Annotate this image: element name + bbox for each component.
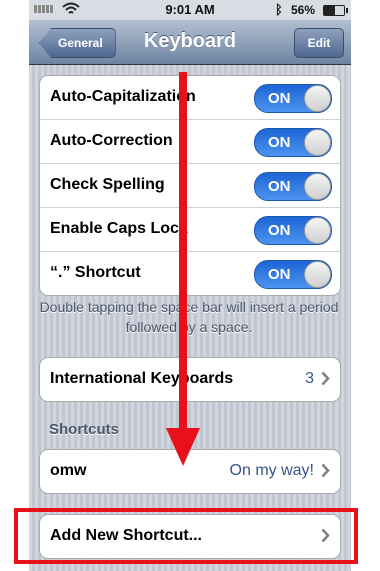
- row-label: International Keyboards: [50, 370, 234, 387]
- toggle-label: Auto-Correction: [50, 132, 173, 149]
- toggle-label: Check Spelling: [50, 176, 165, 193]
- period-shortcut-note: Double tapping the space bar will insert…: [39, 299, 339, 335]
- switch-knob: [304, 217, 331, 244]
- phone-screen: 9:01 AM ᛒ 56% General Keyboard Edit Auto…: [29, 0, 351, 571]
- toggle-row-caps-lock: Enable Caps Lock ON: [40, 208, 340, 252]
- battery-percent: 56%: [291, 3, 316, 17]
- international-keyboards-row[interactable]: International Keyboards 3: [40, 358, 340, 401]
- switch-knob: [304, 261, 331, 288]
- shortcuts-group: omw On my way!: [39, 449, 341, 494]
- edit-button[interactable]: Edit: [294, 28, 344, 58]
- toggle-row-period-shortcut: “.” Shortcut ON: [40, 252, 340, 295]
- toggle-row-auto-capitalization: Auto-Capitalization ON: [40, 76, 340, 120]
- toggle-row-auto-correction: Auto-Correction ON: [40, 120, 340, 164]
- chevron-right-icon: [321, 463, 330, 478]
- navigation-bar: General Keyboard Edit: [29, 20, 351, 65]
- switch-knob: [304, 173, 331, 200]
- switch-state: ON: [268, 90, 291, 107]
- status-bar: 9:01 AM ᛒ 56%: [29, 0, 351, 20]
- annotation-highlight-box: [14, 508, 358, 564]
- switch-state: ON: [268, 266, 291, 283]
- switch-state: ON: [268, 134, 291, 151]
- keyboard-toggles-group: Auto-Capitalization ON Auto-Correction O…: [39, 75, 341, 296]
- switch-state: ON: [268, 222, 291, 239]
- switch-knob: [304, 129, 331, 156]
- toggle-label: Auto-Capitalization: [50, 88, 196, 105]
- toggle-label: “.” Shortcut: [50, 264, 141, 281]
- switch-knob: [304, 85, 331, 112]
- chevron-right-icon: [321, 371, 330, 386]
- shortcut-phrase: omw: [50, 462, 87, 479]
- switch-state: ON: [268, 178, 291, 195]
- auto-correction-switch[interactable]: ON: [254, 128, 332, 157]
- shortcut-row[interactable]: omw On my way!: [40, 450, 340, 493]
- check-spelling-switch[interactable]: ON: [254, 172, 332, 201]
- period-shortcut-switch[interactable]: ON: [254, 260, 332, 289]
- toggle-row-check-spelling: Check Spelling ON: [40, 164, 340, 208]
- caps-lock-switch[interactable]: ON: [254, 216, 332, 245]
- auto-capitalization-switch[interactable]: ON: [254, 84, 332, 113]
- keyboard-count: 3: [305, 370, 314, 387]
- toggle-label: Enable Caps Lock: [50, 220, 188, 237]
- shortcuts-section-header: Shortcuts: [49, 421, 120, 438]
- international-group: International Keyboards 3: [39, 357, 341, 402]
- battery-icon: [323, 5, 348, 16]
- shortcut-expansion: On my way!: [229, 462, 314, 479]
- bluetooth-icon: ᛒ: [275, 2, 283, 17]
